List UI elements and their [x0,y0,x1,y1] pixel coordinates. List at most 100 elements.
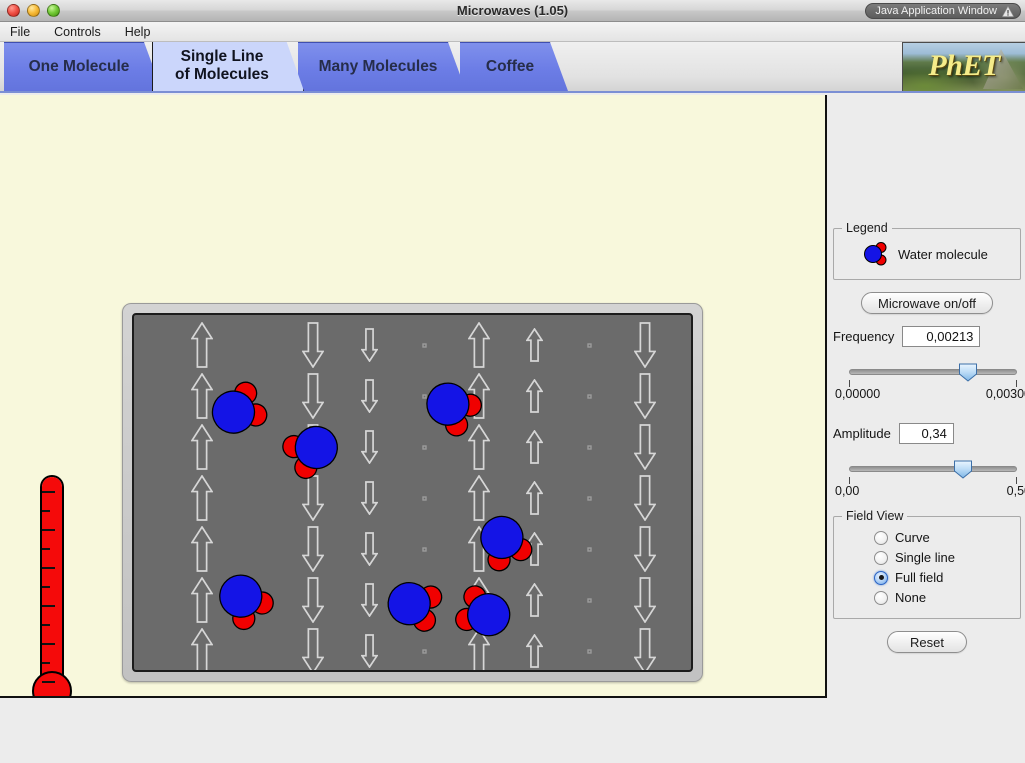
field-arrow-down [360,532,378,566]
radio-label: None [895,590,927,605]
water-molecule[interactable] [417,372,487,442]
field-arrow-down [634,475,656,521]
tab-bar: One Molecule Single Line of Molecules Ma… [0,42,1025,93]
water-molecule[interactable] [277,415,347,485]
phet-logo[interactable]: PhET [902,42,1025,91]
field-arrow-up [468,322,490,368]
tab-label: Single Line of Molecules [165,48,291,83]
radio-field-view-curve[interactable]: Curve [874,530,1014,545]
legend-item-water-molecule: Water molecule [840,237,1014,271]
tab-single-line-of-molecules[interactable]: Single Line of Molecules [152,42,304,91]
logo-text: PhET [928,49,1000,82]
microwave-toggle-row: Microwave on/off [829,292,1025,314]
thermometer-tick [42,586,50,588]
radio-label: Full field [895,570,944,585]
frequency-tick-min [849,380,850,387]
amplitude-input[interactable]: 0,34 [898,423,954,444]
tab-one-molecule[interactable]: One Molecule [4,42,162,91]
field-arrow-none [421,342,427,348]
field-arrow-down [634,424,656,470]
thermometer-tick [42,491,55,493]
water-molecule[interactable] [379,570,449,640]
water-molecule[interactable] [209,565,279,635]
reset-button[interactable]: Reset [887,631,967,653]
tab-label: Coffee [485,57,535,75]
field-arrow-none [586,495,592,501]
warning-triangle-icon [1002,5,1014,17]
field-arrow-down [360,328,378,362]
radio-label: Curve [895,530,930,545]
field-arrow-down [302,577,324,623]
amplitude-slider-track[interactable] [849,466,1017,472]
field-view-group-title: Field View [842,509,908,523]
menu-bar: File Controls Help [0,22,1025,42]
microwave-field-area[interactable] [132,313,693,672]
field-arrow-none [586,342,592,348]
radio-icon [874,550,888,565]
radio-field-view-full-field[interactable]: Full field [874,570,1014,585]
frequency-slider[interactable]: 0,00000 0,00300 [835,361,1025,401]
radio-field-view-none[interactable]: None [874,590,1014,605]
frequency-slider-track[interactable] [849,369,1017,375]
frequency-tick-max [1016,380,1017,387]
amplitude-min-label: 0,00 [835,484,860,498]
field-arrow-none [586,597,592,603]
field-arrow-none [586,444,592,450]
field-arrow-down [302,526,324,572]
field-arrow-up [525,634,543,668]
field-arrow-down [302,628,324,670]
legend-group-title: Legend [842,221,892,235]
field-arrow-up [525,328,543,362]
frequency-input[interactable]: 0,00213 [902,326,981,347]
amplitude-slider-thumb[interactable] [954,460,973,479]
amplitude-max-label: 0,50 [1006,484,1025,498]
simulation-box [122,303,703,682]
field-arrow-up [191,475,213,521]
field-arrow-down [360,634,378,668]
field-arrow-down [302,373,324,419]
field-view-group: Field View Curve Single line Full field … [833,509,1021,619]
tab-coffee[interactable]: Coffee [460,42,568,91]
thermometer-ticks [42,491,56,683]
simulation-canvas: Pause Step [0,95,827,698]
frequency-row: Frequency 0,00213 [833,326,1025,347]
amplitude-row: Amplitude 0,34 [833,423,1025,444]
water-molecule[interactable] [203,375,273,445]
control-panel: Legend Water molecule Microwave on/off F… [829,95,1025,763]
amplitude-tick-max [1016,477,1017,484]
frequency-slider-thumb[interactable] [959,363,978,382]
reset-row: Reset [829,631,1025,653]
radio-icon [874,570,888,585]
water-molecule-icon [864,242,887,266]
menu-help[interactable]: Help [123,25,153,39]
microwave-on-off-button[interactable]: Microwave on/off [860,292,994,314]
frequency-range-labels: 0,00000 0,00300 [835,387,1025,401]
amplitude-slider[interactable]: 0,00 0,50 [835,458,1025,498]
tab-label: One Molecule [28,57,130,75]
frequency-label: Frequency [833,329,895,344]
thermometer-tick [42,529,55,531]
tab-label-line2: of Molecules [175,65,269,83]
menu-file[interactable]: File [8,25,32,39]
thermometer [28,475,76,696]
radio-label: Single line [895,550,955,565]
frequency-min-label: 0,00000 [835,387,881,401]
menu-controls[interactable]: Controls [52,25,103,39]
field-arrow-up [525,379,543,413]
field-arrow-down [302,322,324,368]
amplitude-range-labels: 0,00 0,50 [835,484,1025,498]
window-titlebar: Microwaves (1.05) Java Application Windo… [0,0,1025,22]
amplitude-label: Amplitude [833,426,891,441]
tab-label-line1: Single Line [180,48,264,66]
field-arrow-down [360,379,378,413]
radio-field-view-single-line[interactable]: Single line [874,550,1014,565]
tab-many-molecules[interactable]: Many Molecules [298,42,466,91]
field-arrow-up [525,583,543,617]
field-arrow-none [421,546,427,552]
field-arrow-none [421,495,427,501]
field-arrow-none [586,546,592,552]
field-arrow-down [634,322,656,368]
water-molecule[interactable] [469,507,539,577]
water-molecule[interactable] [449,578,519,648]
field-arrow-down [360,481,378,515]
